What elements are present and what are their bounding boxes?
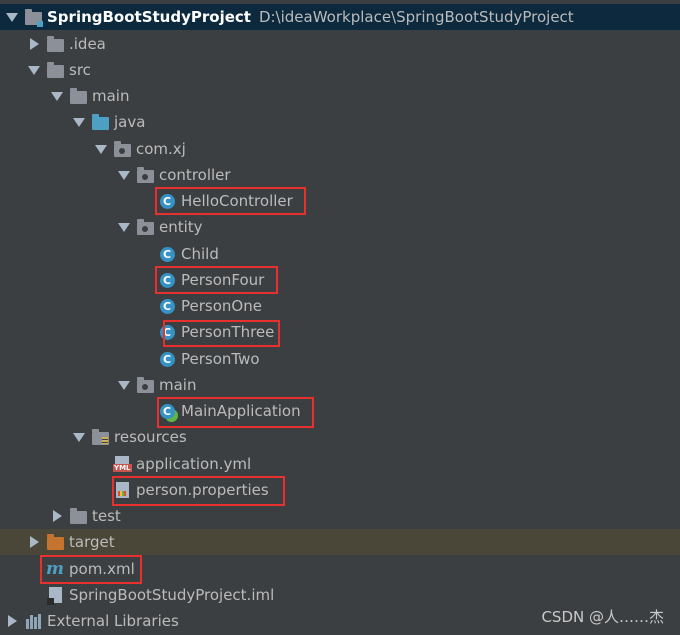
project-tree: SpringBootStudyProject D:\ideaWorkplace\… xyxy=(0,0,680,635)
collapse-arrow-icon[interactable] xyxy=(72,424,86,450)
tree-item-label: main xyxy=(92,87,130,105)
folder-icon xyxy=(46,61,64,79)
tree-item-label: SpringBootStudyProject.iml xyxy=(69,586,275,604)
tree-item-label: PersonThree xyxy=(181,323,275,341)
package-icon xyxy=(136,166,154,184)
tree-row-persontwo[interactable]: C PersonTwo xyxy=(0,346,680,372)
tree-row-com-xj[interactable]: com.xj xyxy=(0,136,680,162)
tree-row-person-properties[interactable]: person.properties xyxy=(0,477,680,503)
tree-item-label: entity xyxy=(159,218,203,236)
collapse-arrow-icon[interactable] xyxy=(50,83,64,109)
resources-folder-icon xyxy=(91,428,109,446)
expand-arrow-icon[interactable] xyxy=(50,503,64,529)
tree-item-label: com.xj xyxy=(136,140,186,158)
tree-item-label: PersonFour xyxy=(181,271,265,289)
tree-row-main-package[interactable]: main xyxy=(0,372,680,398)
package-icon xyxy=(113,140,131,158)
spring-boot-class-icon: C xyxy=(158,402,176,420)
tree-item-label: Child xyxy=(181,245,219,263)
collapse-arrow-icon[interactable] xyxy=(27,57,41,83)
tree-row-iml[interactable]: SpringBootStudyProject.iml xyxy=(0,582,680,608)
tree-item-label: SpringBootStudyProject xyxy=(47,8,251,26)
collapse-arrow-icon[interactable] xyxy=(94,136,108,162)
folder-icon xyxy=(69,87,87,105)
class-icon: C xyxy=(158,297,176,315)
collapse-arrow-icon[interactable] xyxy=(5,4,19,30)
tree-item-label: resources xyxy=(114,428,187,446)
folder-icon xyxy=(69,507,87,525)
tree-item-label: test xyxy=(92,507,121,525)
collapse-arrow-icon[interactable] xyxy=(117,372,131,398)
tree-item-label: main xyxy=(159,376,197,394)
properties-file-icon xyxy=(113,481,131,499)
tree-item-label: application.yml xyxy=(136,455,252,473)
class-icon: C xyxy=(158,271,176,289)
tree-item-label: External Libraries xyxy=(47,612,179,630)
class-icon: C xyxy=(158,192,176,210)
excluded-folder-icon xyxy=(46,533,64,551)
collapse-arrow-icon[interactable] xyxy=(72,109,86,135)
tree-item-label: src xyxy=(69,61,91,79)
folder-icon xyxy=(46,35,64,53)
tree-row-entity[interactable]: entity xyxy=(0,214,680,240)
tree-row-personthree[interactable]: C PersonThree xyxy=(0,319,680,345)
tree-item-label: pom.xml xyxy=(69,560,135,578)
tree-item-label: PersonTwo xyxy=(181,350,260,368)
tree-item-label: controller xyxy=(159,166,231,184)
tree-row-personone[interactable]: C PersonOne xyxy=(0,293,680,319)
maven-icon: m xyxy=(46,558,64,579)
tree-row-hellocontroller[interactable]: C HelloController xyxy=(0,188,680,214)
expand-arrow-icon[interactable] xyxy=(5,608,19,634)
module-folder-icon xyxy=(24,8,43,27)
project-path: D:\ideaWorkplace\SpringBootStudyProject xyxy=(258,8,574,26)
tree-row-src[interactable]: src xyxy=(0,57,680,83)
expand-arrow-icon[interactable] xyxy=(27,31,41,57)
tree-row-mainapplication[interactable]: C MainApplication xyxy=(0,398,680,424)
tree-row-idea[interactable]: .idea xyxy=(0,31,680,57)
iml-file-icon xyxy=(46,586,64,605)
tree-item-label: PersonOne xyxy=(181,297,262,315)
watermark: CSDN @人……杰 xyxy=(541,608,664,626)
libraries-icon xyxy=(24,612,42,630)
collapse-arrow-icon[interactable] xyxy=(117,214,131,240)
tree-item-label: target xyxy=(69,533,115,551)
tree-row-target[interactable]: target xyxy=(0,529,680,555)
expand-arrow-icon[interactable] xyxy=(27,529,41,555)
tree-row-resources[interactable]: resources xyxy=(0,424,680,450)
package-icon xyxy=(136,218,154,236)
package-icon xyxy=(136,376,154,394)
tree-row-controller[interactable]: controller xyxy=(0,162,680,188)
tree-row-child[interactable]: C Child xyxy=(0,241,680,267)
class-icon: C xyxy=(158,350,176,368)
tree-row-project-root[interactable]: SpringBootStudyProject D:\ideaWorkplace\… xyxy=(0,4,680,30)
yml-file-icon: YML xyxy=(113,455,132,473)
tree-row-test[interactable]: test xyxy=(0,503,680,529)
tree-row-application-yml[interactable]: YML application.yml xyxy=(0,451,680,477)
source-folder-icon xyxy=(91,113,109,131)
tree-item-label: .idea xyxy=(69,35,106,53)
tree-row-java[interactable]: java xyxy=(0,109,680,135)
collapse-arrow-icon[interactable] xyxy=(117,162,131,188)
class-icon: C xyxy=(158,323,176,341)
class-icon: C xyxy=(158,245,176,263)
tree-item-label: MainApplication xyxy=(181,402,301,420)
tree-item-label: HelloController xyxy=(181,192,293,210)
tree-row-pom-xml[interactable]: m pom.xml xyxy=(0,556,680,582)
tree-item-label: person.properties xyxy=(136,481,269,499)
tree-item-label: java xyxy=(114,113,146,131)
tree-row-main[interactable]: main xyxy=(0,83,680,109)
tree-row-personfour[interactable]: C PersonFour xyxy=(0,267,680,293)
